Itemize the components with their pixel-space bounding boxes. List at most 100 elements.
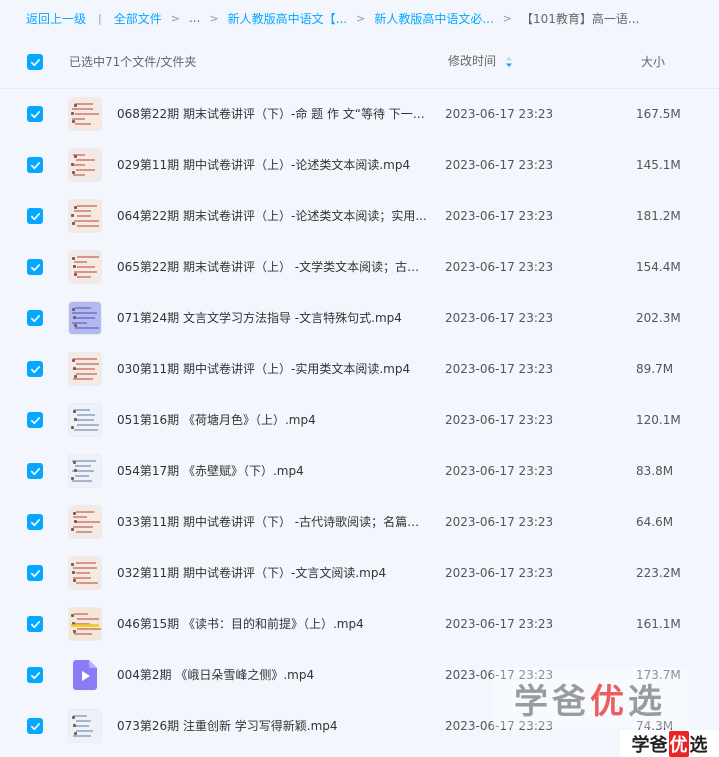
file-modified-time: 2023-06-17 23:23 [445,566,554,580]
check-icon [30,263,40,271]
breadcrumb-current: 【101教育】高一语... [520,11,640,26]
check-icon [30,518,40,526]
file-size: 181.2M [636,209,681,223]
file-name[interactable]: 046第15期 《读书：目的和前提》（上）.mp4 [117,599,427,650]
video-file-icon [73,660,97,690]
file-name[interactable]: 054第17期 《赤壁赋》（下）.mp4 [117,446,427,497]
file-thumbnail[interactable] [69,557,101,589]
file-size: 161.1M [636,617,681,631]
file-size: 83.8M [636,464,674,478]
file-row[interactable]: 032第11期 期中试卷讲评（下）-文言文阅读.mp4 2023-06-17 23… [0,548,719,599]
watermark-text: 学爸 [514,681,590,722]
file-modified-time: 2023-06-17 23:23 [445,260,554,274]
selection-count: 已选中71个文件/文件夹 [69,55,197,69]
check-icon [30,671,40,679]
file-row[interactable]: 029第11期 期中试卷讲评（上）-论述类文本阅读.mp4 2023-06-17 … [0,140,719,191]
file-name[interactable]: 073第26期 注重创新 学习写得新颖.mp4 [117,701,427,752]
file-modified-time: 2023-06-17 23:23 [445,362,554,376]
check-icon [30,365,40,373]
breadcrumb-separator: | [98,11,102,25]
file-modified-time: 2023-06-17 23:23 [445,617,554,631]
check-icon [30,58,40,66]
breadcrumb: 返回上一级 | 全部文件 > ... > 新人教版高中语文【... > 新人教版… [0,0,719,36]
watermark-highlight: 优 [590,681,628,722]
file-name[interactable]: 051第16期 《荷塘月色》（上）.mp4 [117,395,427,446]
breadcrumb-level2[interactable]: 新人教版高中语文必... [374,10,493,27]
file-row[interactable]: 071第24期 文言文学习方法指导 -文言特殊句式.mp4 2023-06-17 … [0,293,719,344]
file-modified-time: 2023-06-17 23:23 [445,515,554,529]
file-checkbox[interactable] [27,310,43,326]
breadcrumb-separator: > [209,11,219,25]
file-size: 120.1M [636,413,681,427]
file-modified-time: 2023-06-17 23:23 [445,413,554,427]
file-modified-time: 2023-06-17 23:23 [445,158,554,172]
breadcrumb-separator: > [502,11,512,25]
file-thumbnail[interactable] [69,149,101,181]
file-checkbox[interactable] [27,565,43,581]
file-checkbox[interactable] [27,259,43,275]
file-name[interactable]: 004第2期 《峨日朵雪峰之侧》.mp4 [117,650,427,701]
file-name[interactable]: 068第22期 期末试卷讲评（下）-命 题 作 文“等待 下一个... [117,89,427,140]
file-name[interactable]: 064第22期 期末试卷讲评（上）-论述类文本阅读；实用... [117,191,427,242]
file-name[interactable]: 033第11期 期中试卷讲评（下） -古代诗歌阅读；名篇名... [117,497,427,548]
file-list: 068第22期 期末试卷讲评（下）-命 题 作 文“等待 下一个... 2023-… [0,89,719,752]
file-size: 167.5M [636,107,681,121]
watermark-logo: 学爸优选 [620,730,719,757]
file-name[interactable]: 071第24期 文言文学习方法指导 -文言特殊句式.mp4 [117,293,427,344]
file-size: 223.2M [636,566,681,580]
check-icon [30,212,40,220]
file-thumbnail[interactable] [69,404,101,436]
file-thumbnail[interactable] [69,200,101,232]
file-name[interactable]: 032第11期 期中试卷讲评（下）-文言文阅读.mp4 [117,548,427,599]
file-checkbox[interactable] [27,514,43,530]
breadcrumb-ellipsis[interactable]: ... [189,11,200,25]
file-checkbox[interactable] [27,208,43,224]
file-thumbnail[interactable] [69,251,101,283]
file-size: 202.3M [636,311,681,325]
file-row[interactable]: 033第11期 期中试卷讲评（下） -古代诗歌阅读；名篇名... 2023-06-… [0,497,719,548]
file-row[interactable]: 068第22期 期末试卷讲评（下）-命 题 作 文“等待 下一个... 2023-… [0,89,719,140]
file-row[interactable]: 064第22期 期末试卷讲评（上）-论述类文本阅读；实用... 2023-06-1… [0,191,719,242]
breadcrumb-level1[interactable]: 新人教版高中语文【... [228,10,347,27]
sort-icon[interactable] [505,56,513,68]
file-thumbnail[interactable] [69,506,101,538]
file-row[interactable]: 065第22期 期末试卷讲评（上） -文学类文本阅读；古代... 2023-06-… [0,242,719,293]
breadcrumb-all-files[interactable]: 全部文件 [114,10,162,27]
file-checkbox[interactable] [27,616,43,632]
file-thumbnail[interactable] [69,455,101,487]
file-modified-time: 2023-06-17 23:23 [445,209,554,223]
file-checkbox[interactable] [27,463,43,479]
breadcrumb-separator: > [170,11,180,25]
file-thumbnail[interactable] [69,608,101,640]
file-checkbox[interactable] [27,667,43,683]
column-header-modified-time[interactable]: 修改时间 [448,35,496,87]
watermark-logo-text: 学爸 [631,734,668,756]
check-icon [30,467,40,475]
file-size: 64.6M [636,515,674,529]
check-icon [30,722,40,730]
file-checkbox[interactable] [27,106,43,122]
watermark-logo-text: 选 [689,734,708,756]
file-row[interactable]: 051第16期 《荷塘月色》（上）.mp4 2023-06-17 23:23 120… [0,395,719,446]
check-icon [30,569,40,577]
file-row[interactable]: 046第15期 《读书：目的和前提》（上）.mp4 2023-06-17 23:2… [0,599,719,650]
file-name[interactable]: 065第22期 期末试卷讲评（上） -文学类文本阅读；古代... [117,242,427,293]
file-name[interactable]: 029第11期 期中试卷讲评（上）-论述类文本阅读.mp4 [117,140,427,191]
file-thumbnail[interactable] [69,353,101,385]
file-thumbnail[interactable] [69,710,101,742]
file-thumbnail[interactable] [69,302,101,334]
file-modified-time: 2023-06-17 23:23 [445,311,554,325]
file-checkbox[interactable] [27,157,43,173]
file-modified-time: 2023-06-17 23:23 [445,107,554,121]
file-checkbox[interactable] [27,361,43,377]
back-link[interactable]: 返回上一级 [26,10,86,27]
file-thumbnail[interactable] [69,98,101,130]
breadcrumb-separator: > [356,11,366,25]
file-name[interactable]: 030第11期 期中试卷讲评（上）-实用类文本阅读.mp4 [117,344,427,395]
file-checkbox[interactable] [27,412,43,428]
file-row[interactable]: 030第11期 期中试卷讲评（上）-实用类文本阅读.mp4 2023-06-17 … [0,344,719,395]
select-all-checkbox[interactable] [27,54,43,70]
column-header-size[interactable]: 大小 [641,36,665,88]
file-row[interactable]: 054第17期 《赤壁赋》（下）.mp4 2023-06-17 23:23 83.8… [0,446,719,497]
file-checkbox[interactable] [27,718,43,734]
